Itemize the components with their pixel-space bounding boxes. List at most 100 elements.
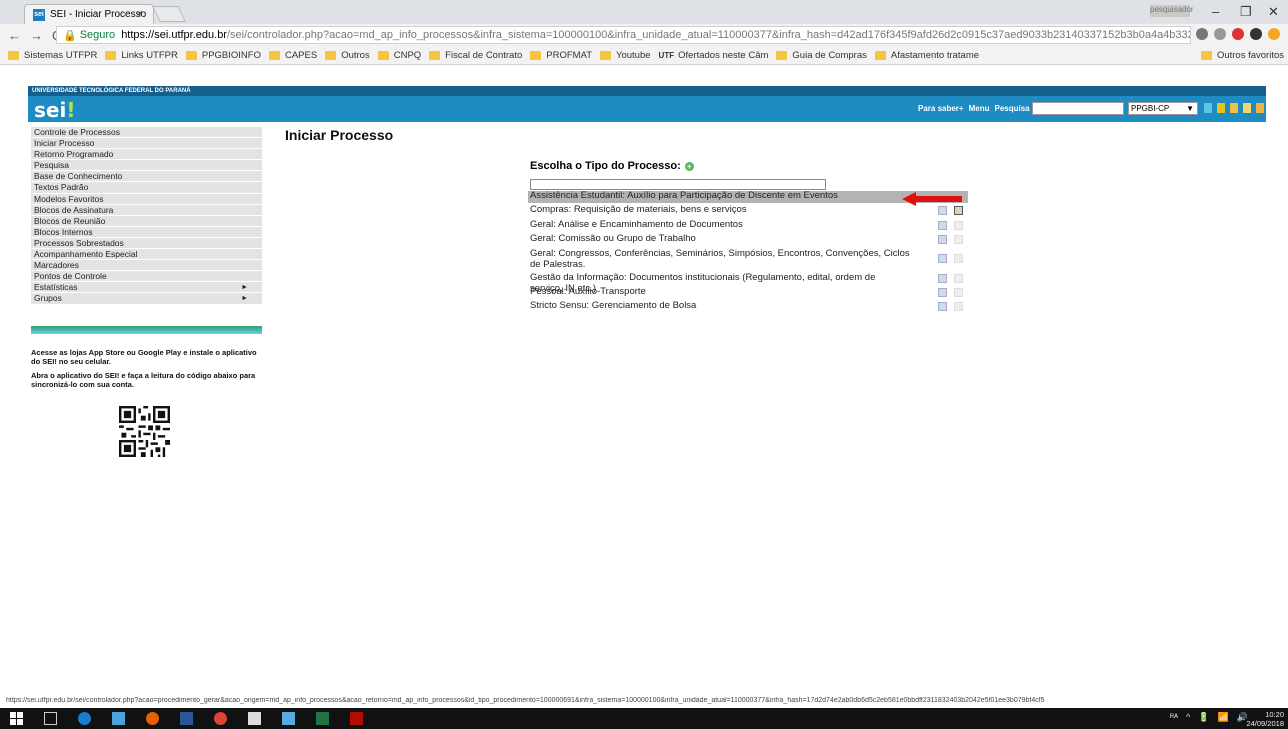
adblock-icon[interactable]	[1232, 28, 1244, 40]
menu-item[interactable]: Blocos Internos	[31, 226, 262, 238]
red-arrow-annotation-icon	[902, 192, 962, 206]
maximize-icon[interactable]: ❐	[1240, 4, 1252, 20]
new-tab-button[interactable]	[152, 6, 186, 22]
menu-item[interactable]: Pesquisa	[31, 160, 262, 172]
info-icon[interactable]	[938, 206, 947, 215]
bookmark-item[interactable]: Guia de Compras	[776, 50, 867, 61]
info-icon[interactable]	[938, 235, 947, 244]
user-icon[interactable]: ᴿᴬ	[1170, 712, 1178, 723]
battery-icon[interactable]: 🔋	[1198, 712, 1209, 723]
bookmark-item[interactable]: Links UTFPR	[105, 50, 178, 61]
notepad-icon[interactable]	[248, 712, 261, 725]
bookmark-item[interactable]: Outros	[325, 50, 370, 61]
show-all-plus-icon[interactable]: +	[684, 161, 694, 171]
browser-tabstrip: sei SEI - Iniciar Processo × pesquisador…	[0, 0, 1288, 24]
process-type-row[interactable]: Geral: Congressos, Conferências, Seminár…	[528, 246, 968, 271]
favorite-icon[interactable]	[954, 221, 963, 230]
windows-start-icon[interactable]	[10, 712, 23, 725]
bookmark-item[interactable]: Youtube	[600, 50, 651, 61]
favorite-icon[interactable]	[954, 302, 963, 311]
menu-item[interactable]: Pontos de Controle	[31, 271, 262, 283]
menu-item[interactable]: Retorno Programado	[31, 149, 262, 161]
favorite-icon[interactable]	[954, 274, 963, 283]
menu-item[interactable]: Blocos de Assinatura	[31, 204, 262, 216]
word-icon[interactable]	[180, 712, 193, 725]
bookmark-item[interactable]: PROFMAT	[530, 50, 592, 61]
info-icon[interactable]	[938, 221, 947, 230]
process-filter-input[interactable]	[530, 179, 826, 190]
menu-link[interactable]: Menu	[969, 104, 990, 113]
menu-item[interactable]: Grupos ►	[31, 293, 262, 305]
bookmark-item[interactable]: Fiscal de Contrato	[429, 50, 522, 61]
bookmark-item[interactable]: CAPES	[268, 50, 317, 61]
menu-item[interactable]: Base de Conhecimento	[31, 171, 262, 183]
chrome-icon[interactable]	[214, 712, 227, 725]
app-icon[interactable]	[282, 712, 295, 725]
forward-icon[interactable]: →	[30, 28, 44, 43]
other-bookmarks[interactable]: Outros favoritos	[1200, 50, 1284, 61]
tools-icon[interactable]	[1243, 103, 1251, 113]
menu-item[interactable]: Textos Padrão	[31, 182, 262, 194]
menu-item[interactable]: Marcadores	[31, 260, 262, 272]
process-type-row[interactable]: Pessoal: Auxílio-Transporte	[528, 285, 968, 299]
info-icon[interactable]	[938, 254, 947, 263]
para-saber-link[interactable]: Para saber+	[918, 104, 964, 113]
exit-icon[interactable]	[1256, 103, 1264, 113]
back-icon[interactable]: ←	[8, 28, 22, 43]
menu-item[interactable]: Blocos de Reunião	[31, 215, 262, 227]
process-type-row[interactable]: Gestão da Informação: Documentos institu…	[528, 271, 968, 293]
pesquisa-link[interactable]: Pesquisa	[994, 104, 1029, 113]
clock[interactable]: 10:20 24/09/2018	[1246, 710, 1284, 728]
process-type-row[interactable]: Geral: Comissão ou Grupo de Trabalho	[528, 232, 968, 246]
header-search-input[interactable]	[1032, 102, 1124, 115]
grid-icon[interactable]	[1204, 103, 1212, 113]
menu-item[interactable]: Acompanhamento Especial	[31, 249, 262, 261]
bookmark-item[interactable]: UTF Ofertados neste Câm	[659, 50, 769, 61]
sei-logo[interactable]: sei!	[34, 98, 75, 122]
favorite-icon[interactable]	[954, 235, 963, 244]
close-window-icon[interactable]: ✕	[1268, 4, 1279, 20]
notes-icon[interactable]	[1217, 103, 1225, 113]
zoom-icon[interactable]	[1196, 28, 1208, 40]
menu-item[interactable]: Processos Sobrestados	[31, 237, 262, 250]
favorite-icon[interactable]	[954, 254, 963, 263]
star-icon[interactable]	[1214, 28, 1226, 40]
url-field[interactable]: 🔒 Seguro https://sei.utfpr.edu.br /sei/c…	[56, 26, 1191, 44]
menu-item[interactable]: Modelos Favoritos	[31, 193, 262, 205]
firefox-icon[interactable]	[146, 712, 159, 725]
info-icon[interactable]	[938, 274, 947, 283]
windows-taskbar: ᴿᴬ ^ 🔋 📶 🔊 10:20 24/09/2018	[0, 708, 1288, 729]
tab-close-icon[interactable]: ×	[137, 8, 143, 20]
process-type-row[interactable]: Stricto Sensu: Gerenciamento de Bolsa	[528, 299, 968, 313]
info-icon[interactable]	[938, 288, 947, 297]
favorite-icon[interactable]	[954, 206, 963, 215]
user-icon[interactable]	[1230, 103, 1238, 113]
extension-icon[interactable]	[1250, 28, 1262, 40]
folder-icon	[1200, 51, 1212, 60]
wifi-icon[interactable]: 📶	[1218, 712, 1229, 723]
bookmarks-bar: Sistemas UTFPR Links UTFPR PPGBIOINFO CA…	[0, 46, 1288, 65]
favorite-icon[interactable]	[954, 288, 963, 297]
profile-badge[interactable]: pesquisador	[1150, 5, 1194, 17]
explorer-icon[interactable]	[112, 712, 125, 725]
bookmark-item[interactable]: Afastamento tratame	[874, 50, 979, 61]
excel-icon[interactable]	[316, 712, 329, 725]
chevron-up-icon[interactable]: ^	[1186, 712, 1190, 723]
extension-icon[interactable]	[1268, 28, 1280, 40]
browser-tab[interactable]: sei SEI - Iniciar Processo ×	[24, 4, 154, 24]
acrobat-icon[interactable]	[350, 712, 363, 725]
bookmark-item[interactable]: Sistemas UTFPR	[8, 50, 97, 61]
unit-select[interactable]: PPGBI-CP ▼	[1128, 102, 1198, 115]
menu-item[interactable]: Controle de Processos	[31, 127, 262, 139]
menu-divider	[31, 326, 262, 334]
info-icon[interactable]	[938, 302, 947, 311]
menu-item[interactable]: Iniciar Processo	[31, 138, 262, 150]
process-type-row[interactable]: Geral: Análise e Encaminhamento de Docum…	[528, 218, 968, 232]
edge-icon[interactable]	[78, 712, 91, 725]
bookmark-item[interactable]: PPGBIOINFO	[185, 50, 261, 61]
extension-icons	[1196, 28, 1280, 40]
bookmark-item[interactable]: CNPQ	[377, 50, 421, 61]
task-view-icon[interactable]	[44, 712, 57, 725]
menu-item[interactable]: Estatísticas ►	[31, 282, 262, 294]
minimize-icon[interactable]: –	[1212, 4, 1219, 19]
